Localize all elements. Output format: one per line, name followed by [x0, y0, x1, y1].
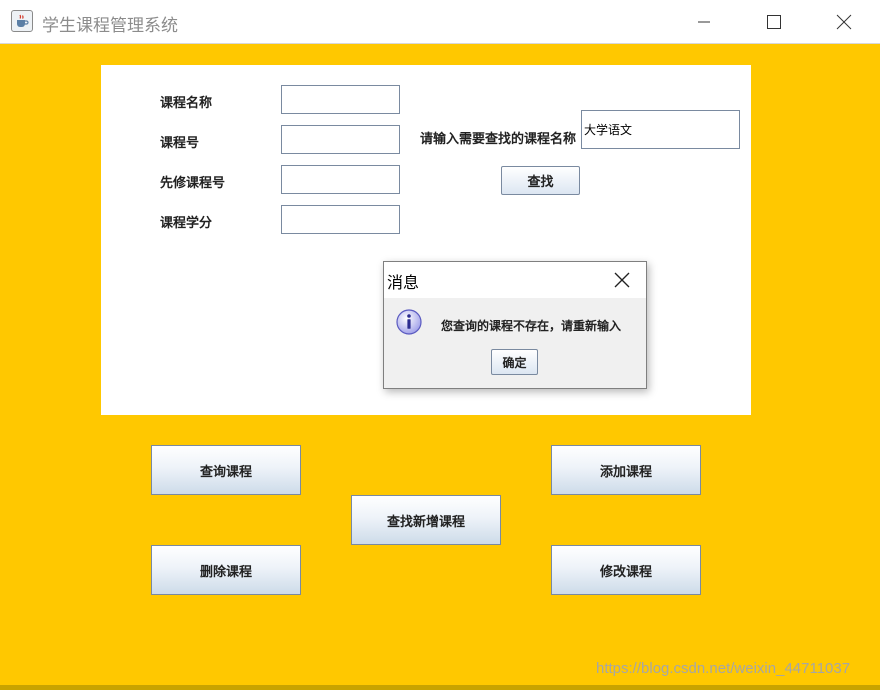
search-input[interactable]	[581, 110, 740, 149]
course-no-label: 课程号	[160, 136, 200, 151]
query-course-button[interactable]: 查询课程	[151, 445, 301, 495]
minimize-icon	[698, 21, 710, 23]
prereq-label: 先修课程号	[160, 176, 226, 191]
dialog-title: 消息	[387, 273, 420, 292]
dialog-close-button[interactable]	[608, 268, 636, 292]
java-coffee-cup-icon	[11, 10, 33, 32]
close-icon	[836, 14, 852, 30]
watermark-text: https://blog.csdn.net/weixin_44711037	[596, 660, 851, 677]
bottom-strip	[0, 685, 880, 690]
course-no-input[interactable]	[281, 125, 400, 154]
dialog-ok-button[interactable]: 确定	[491, 349, 538, 375]
close-window-button[interactable]	[814, 0, 874, 44]
credit-input[interactable]	[281, 205, 400, 234]
prereq-input[interactable]	[281, 165, 400, 194]
dialog-message: 您查询的课程不存在，请重新输入	[441, 319, 622, 333]
find-new-course-button[interactable]: 查找新增课程	[351, 495, 501, 545]
find-button[interactable]: 查找	[501, 166, 580, 195]
search-label: 请输入需要查找的课程名称	[420, 132, 577, 147]
message-dialog: 消息 您查询的课程不存在，请重新输入 确定	[383, 261, 647, 389]
dialog-header: 消息	[384, 262, 646, 298]
add-course-button[interactable]: 添加课程	[551, 445, 701, 495]
modify-course-button[interactable]: 修改课程	[551, 545, 701, 595]
maximize-icon	[767, 15, 781, 29]
title-bar: 学生课程管理系统	[0, 0, 880, 44]
maximize-button[interactable]	[744, 0, 804, 44]
course-name-label: 课程名称	[160, 96, 213, 111]
credit-label: 课程学分	[160, 216, 213, 231]
close-icon	[614, 272, 630, 288]
course-name-input[interactable]	[281, 85, 400, 114]
minimize-button[interactable]	[674, 0, 734, 44]
window-title: 学生课程管理系统	[42, 16, 178, 36]
info-icon	[396, 309, 422, 335]
delete-course-button[interactable]: 删除课程	[151, 545, 301, 595]
